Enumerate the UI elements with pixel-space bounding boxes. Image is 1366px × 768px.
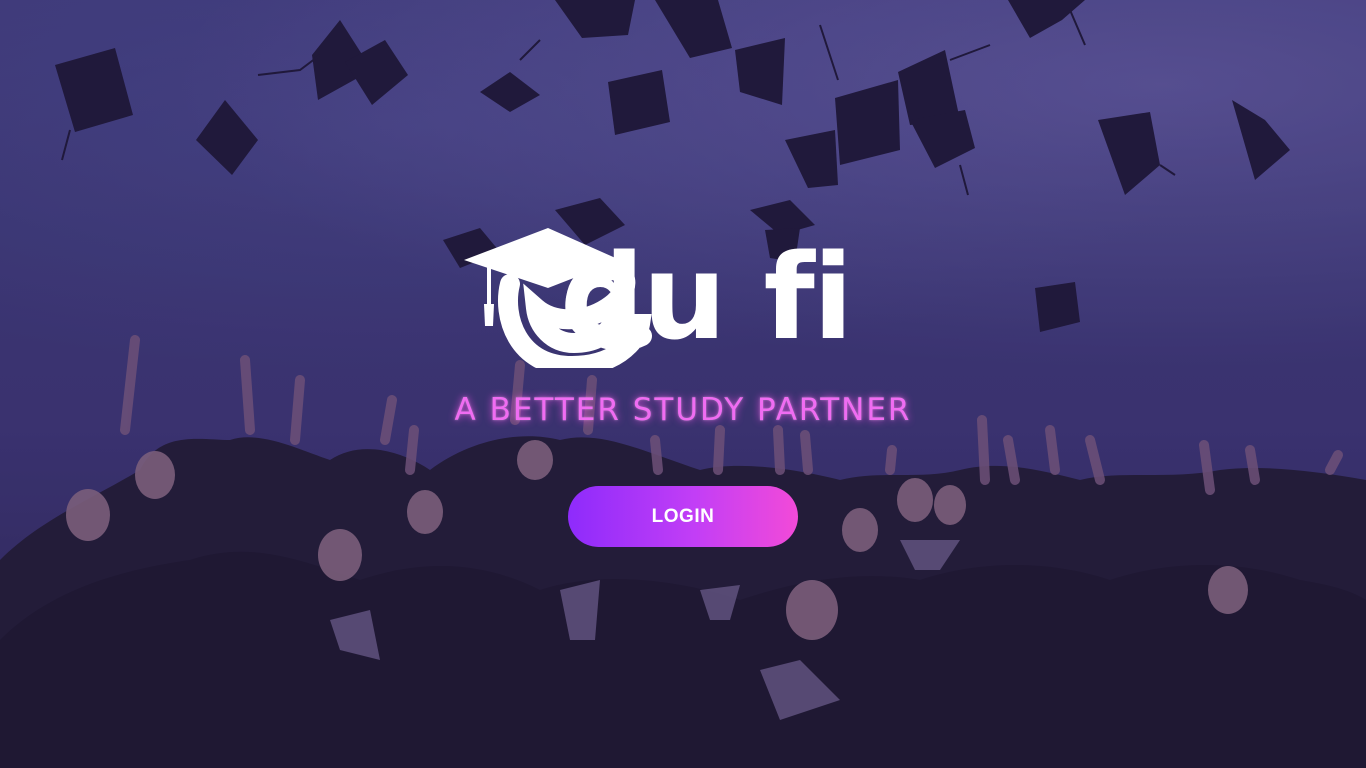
logo-wordmark: du fi (560, 228, 853, 366)
hero-section: du fi A BETTER STUDY PARTNER LOGIN (0, 0, 1366, 768)
tagline: A BETTER STUDY PARTNER (454, 392, 912, 428)
color-overlay (0, 0, 1366, 768)
login-button[interactable]: LOGIN (568, 486, 798, 547)
